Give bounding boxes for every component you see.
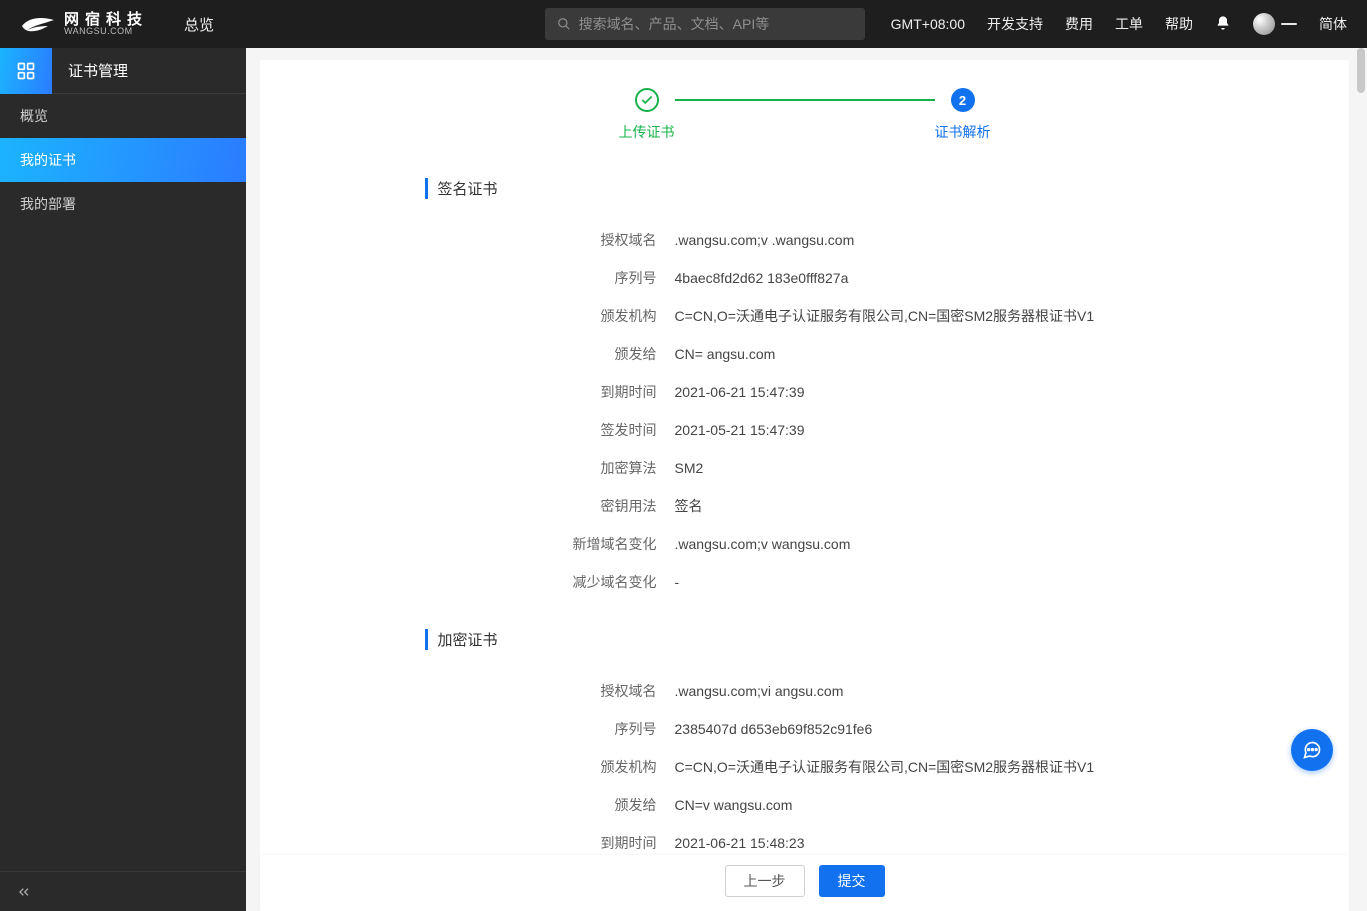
label-serial: 序列号 [425, 268, 675, 288]
sidebar-item-my-deploys[interactable]: 我的部署 [0, 182, 246, 226]
step-connector [675, 99, 935, 101]
section-heading-enc: 加密证书 [425, 629, 1185, 650]
label-issued-to: 颁发给 [425, 344, 675, 364]
value-auth-domain: .wangsu.com;v .wangsu.com [675, 232, 1185, 248]
content-panel: 上传证书 2 证书解析 签名证书 授权域名 .wangsu.com;v .wan… [260, 60, 1349, 911]
sidebar-item-label: 概览 [20, 106, 48, 126]
step-number-badge: 2 [951, 88, 975, 112]
apps-launcher-icon[interactable] [0, 48, 52, 94]
global-search[interactable]: 搜索域名、产品、文档、API等 [545, 8, 865, 40]
lang-switch[interactable]: 简体 [1319, 14, 1347, 34]
label-issuer: 颁发机构 [425, 757, 675, 777]
submit-button[interactable]: 提交 [819, 865, 885, 897]
value-issued-to: CN= angsu.com [675, 346, 1185, 362]
value-serial: 4baec8fd2d62 183e0fff827a [675, 270, 1185, 286]
brand-logo[interactable]: 网宿科技 WANGSU.COM [20, 12, 148, 36]
section-sign-cert: 签名证书 授权域名 .wangsu.com;v .wangsu.com 序列号4… [425, 178, 1185, 601]
label-removed-domains: 减少域名变化 [425, 572, 675, 592]
back-button[interactable]: 上一步 [725, 865, 805, 897]
value-removed-domains: - [675, 574, 1185, 590]
value-auth-domain: .wangsu.com;vi angsu.com [675, 683, 1185, 699]
page-scrollbar[interactable] [1349, 48, 1367, 911]
label-auth-domain: 授权域名 [425, 681, 675, 701]
value-algo: SM2 [675, 460, 1185, 476]
swoosh-icon [20, 12, 56, 36]
timezone[interactable]: GMT+08:00 [891, 16, 965, 32]
label-serial: 序列号 [425, 719, 675, 739]
label-issuer: 颁发机构 [425, 306, 675, 326]
bell-icon[interactable] [1215, 15, 1231, 34]
user-menu[interactable] [1253, 13, 1297, 35]
header-right: GMT+08:00 开发支持 费用 工单 帮助 简体 [891, 13, 1347, 35]
step-parse: 2 证书解析 [935, 88, 991, 142]
scroll-thumb[interactable] [1357, 48, 1365, 93]
value-key-usage: 签名 [675, 496, 1185, 516]
sidebar: 证书管理 概览 我的证书 我的部署 [0, 48, 246, 911]
value-issuer: C=CN,O=沃通电子认证服务有限公司,CN=国密SM2服务器根证书V1 [675, 757, 1185, 777]
user-name-label [1281, 23, 1297, 25]
check-icon [635, 88, 659, 112]
chevron-double-left-icon [16, 884, 32, 900]
sidebar-item-overview[interactable]: 概览 [0, 94, 246, 138]
value-serial: 2385407d d653eb69f852c91fe6 [675, 721, 1185, 737]
wizard-steps: 上传证书 2 证书解析 [260, 88, 1349, 142]
section-heading-sign: 签名证书 [425, 178, 1185, 199]
nav-fee[interactable]: 费用 [1065, 14, 1093, 34]
chat-icon [1302, 740, 1322, 760]
step-parse-label: 证书解析 [935, 122, 991, 142]
step-upload-label: 上传证书 [619, 122, 675, 142]
sidebar-item-label: 我的证书 [20, 150, 76, 170]
nav-overview[interactable]: 总览 [184, 14, 214, 35]
search-icon [557, 17, 571, 31]
step-upload: 上传证书 [619, 88, 675, 142]
avatar-icon [1253, 13, 1275, 35]
nav-ticket[interactable]: 工单 [1115, 14, 1143, 34]
search-placeholder: 搜索域名、产品、文档、API等 [579, 14, 770, 34]
label-expire: 到期时间 [425, 382, 675, 402]
label-algo: 加密算法 [425, 458, 675, 478]
chat-fab[interactable] [1291, 729, 1333, 771]
top-header: 网宿科技 WANGSU.COM 总览 搜索域名、产品、文档、API等 GMT+0… [0, 0, 1367, 48]
nav-help[interactable]: 帮助 [1165, 14, 1193, 34]
value-added-domains: .wangsu.com;v wangsu.com [675, 536, 1185, 552]
value-expire: 2021-06-21 15:47:39 [675, 384, 1185, 400]
sidebar-item-my-certs[interactable]: 我的证书 [0, 138, 246, 182]
brand-name: 网宿科技 [64, 12, 148, 27]
label-added-domains: 新增域名变化 [425, 534, 675, 554]
label-signed: 签发时间 [425, 420, 675, 440]
footer-actions: 上一步 提交 [260, 855, 1349, 907]
value-issuer: C=CN,O=沃通电子认证服务有限公司,CN=国密SM2服务器根证书V1 [675, 306, 1185, 326]
value-signed: 2021-05-21 15:47:39 [675, 422, 1185, 438]
value-issued-to: CN=v wangsu.com [675, 797, 1185, 813]
brand-domain: WANGSU.COM [64, 27, 148, 36]
sidebar-item-label: 我的部署 [20, 194, 76, 214]
nav-dev-support[interactable]: 开发支持 [987, 14, 1043, 34]
label-expire: 到期时间 [425, 833, 675, 853]
label-key-usage: 密钥用法 [425, 496, 675, 516]
label-auth-domain: 授权域名 [425, 230, 675, 250]
label-issued-to: 颁发给 [425, 795, 675, 815]
value-expire: 2021-06-21 15:48:23 [675, 835, 1185, 851]
sidebar-collapse-button[interactable] [0, 871, 246, 911]
main-area: 上传证书 2 证书解析 签名证书 授权域名 .wangsu.com;v .wan… [246, 48, 1349, 911]
